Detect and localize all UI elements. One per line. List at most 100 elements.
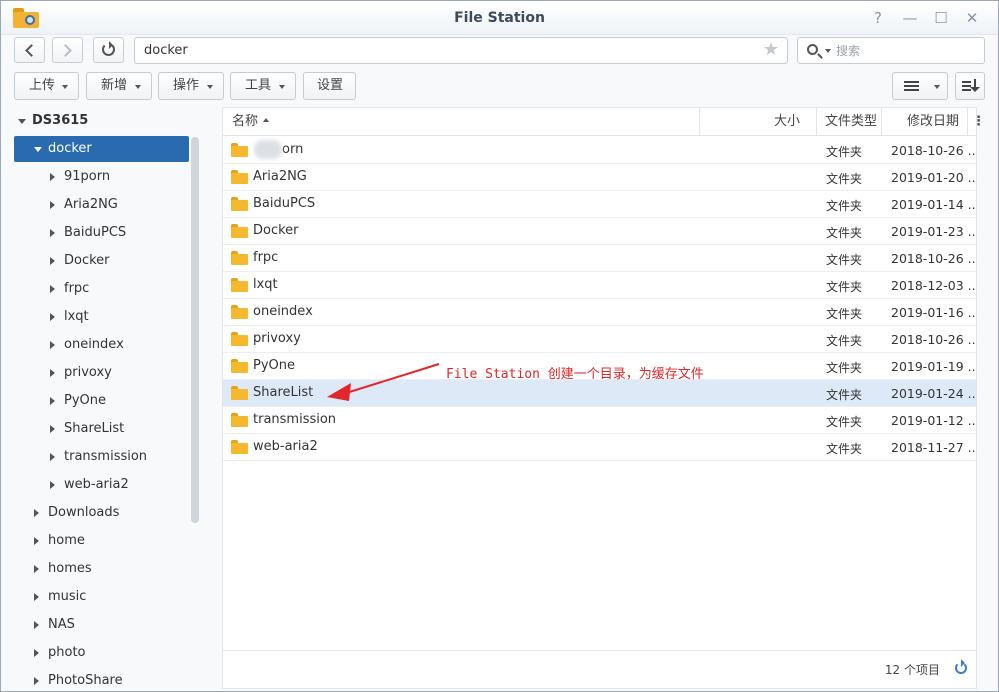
collapsed-arrow-icon[interactable] <box>34 621 43 629</box>
close-icon[interactable]: ✕ <box>961 7 983 29</box>
tree-item-label: Downloads <box>48 505 120 520</box>
tree-item[interactable]: photo <box>14 640 189 666</box>
tree-item[interactable]: lxqt <box>14 304 189 330</box>
collapsed-arrow-icon[interactable] <box>34 565 43 573</box>
settings-button[interactable]: 设置 <box>303 72 356 100</box>
tree-item[interactable]: homes <box>14 556 189 582</box>
file-type: 文件夹 <box>826 145 863 159</box>
collapsed-arrow-icon[interactable] <box>50 425 59 433</box>
search-input[interactable] <box>836 41 976 61</box>
collapsed-arrow-icon[interactable] <box>50 397 59 405</box>
collapsed-arrow-icon[interactable] <box>50 453 59 461</box>
file-row[interactable]: privoxy 文件夹 2018-10-26 ... <box>223 326 977 353</box>
tree-item[interactable]: oneindex <box>14 332 189 358</box>
new-button[interactable]: 新增 <box>86 72 152 100</box>
chevron-left-icon <box>25 44 38 57</box>
new-label: 新增 <box>101 78 128 93</box>
tree-item[interactable]: Docker <box>14 248 189 274</box>
help-icon[interactable]: ? <box>867 7 889 29</box>
file-type: 文件夹 <box>826 226 863 240</box>
file-row[interactable]: lxqt 文件夹 2018-12-03 ... <box>223 272 977 299</box>
collapsed-arrow-icon[interactable] <box>50 201 59 209</box>
refresh-button[interactable] <box>93 37 124 63</box>
collapsed-arrow-icon[interactable] <box>50 285 59 293</box>
minimize-icon[interactable]: — <box>899 7 921 29</box>
expanded-arrow-icon[interactable] <box>34 147 42 156</box>
item-count: 12 个项目 <box>884 663 940 677</box>
file-row[interactable]: frpc 文件夹 2018-10-26 ... <box>223 245 977 272</box>
file-row[interactable]: BaiduPCS 文件夹 2019-01-14 ... <box>223 191 977 218</box>
column-date[interactable]: 修改日期 <box>882 108 968 136</box>
back-button[interactable] <box>14 37 45 63</box>
tree-item[interactable]: frpc <box>14 276 189 302</box>
tree-item[interactable]: Aria2NG <box>14 192 189 218</box>
tree-item-label: Aria2NG <box>64 197 118 212</box>
search-options-caret-icon[interactable] <box>825 49 831 56</box>
collapsed-arrow-icon[interactable] <box>34 509 43 517</box>
expanded-arrow-icon[interactable] <box>18 119 26 128</box>
file-row[interactable]: orn 文件夹 2018-10-26 ... <box>223 137 977 164</box>
tree-root[interactable]: DS3615 <box>14 108 189 134</box>
tree-item[interactable]: BaiduPCS <box>14 220 189 246</box>
upload-button[interactable]: 上传 <box>14 72 79 100</box>
search-box[interactable] <box>797 37 985 64</box>
collapsed-arrow-icon[interactable] <box>50 229 59 237</box>
collapsed-arrow-icon[interactable] <box>34 537 43 545</box>
tools-button[interactable]: 工具 <box>230 72 296 100</box>
tree-item[interactable]: PyOne <box>14 388 189 414</box>
tree-item-label: BaiduPCS <box>64 225 127 240</box>
column-name[interactable]: 名称 <box>223 108 700 136</box>
folder-icon <box>231 386 248 400</box>
tree-item-docker[interactable]: docker <box>14 136 189 162</box>
file-date: 2019-01-14 ... <box>891 197 977 212</box>
tree-root-label: DS3615 <box>32 113 89 128</box>
path-bar[interactable]: docker ★ <box>134 37 788 64</box>
file-row[interactable]: web-aria2 文件夹 2018-11-27 ... <box>223 434 977 461</box>
tree-item[interactable]: home <box>14 528 189 554</box>
refresh-icon[interactable] <box>954 659 970 677</box>
collapsed-arrow-icon[interactable] <box>50 341 59 349</box>
collapsed-arrow-icon[interactable] <box>50 257 59 265</box>
star-icon[interactable]: ★ <box>763 39 779 60</box>
tree-item[interactable]: privoxy <box>14 360 189 386</box>
tree-scrollbar[interactable] <box>191 137 199 523</box>
forward-button[interactable] <box>52 37 83 63</box>
tree-item[interactable]: transmission <box>14 444 189 470</box>
file-name: BaiduPCS <box>253 196 316 211</box>
tree-item[interactable]: ShareList <box>14 416 189 442</box>
column-size[interactable]: 大小 <box>700 108 817 136</box>
file-row[interactable]: Aria2NG 文件夹 2019-01-20 ... <box>223 164 977 191</box>
sort-button[interactable] <box>955 72 985 100</box>
tree-item[interactable]: music <box>14 584 189 610</box>
maximize-icon[interactable]: ☐ <box>930 7 952 29</box>
search-icon[interactable] <box>807 44 818 55</box>
view-options-button[interactable] <box>928 72 948 100</box>
file-name: PyOne <box>253 358 296 373</box>
list-view-button[interactable] <box>892 72 929 100</box>
file-row[interactable]: oneindex 文件夹 2019-01-16 ... <box>223 299 977 326</box>
file-name: lxqt <box>253 277 278 292</box>
file-list-header: 名称 大小 文件类型 修改日期 ⋮ <box>223 108 985 136</box>
collapsed-arrow-icon[interactable] <box>50 481 59 489</box>
tree-item[interactable]: NAS <box>14 612 189 638</box>
file-row[interactable]: transmission 文件夹 2019-01-12 ... <box>223 407 977 434</box>
collapsed-arrow-icon[interactable] <box>50 369 59 377</box>
tree-item-label: frpc <box>64 281 90 296</box>
tree-item[interactable]: 91porn <box>14 164 189 190</box>
collapsed-arrow-icon[interactable] <box>50 313 59 321</box>
file-row[interactable]: Docker 文件夹 2019-01-23 ... <box>223 218 977 245</box>
collapsed-arrow-icon[interactable] <box>34 649 43 657</box>
tree-item[interactable]: Downloads <box>14 500 189 526</box>
column-menu-icon[interactable]: ⋮ <box>972 108 985 136</box>
collapsed-arrow-icon[interactable] <box>50 173 59 181</box>
folder-icon <box>231 359 248 373</box>
tree-item-label: 91porn <box>64 169 111 184</box>
collapsed-arrow-icon[interactable] <box>34 593 43 601</box>
collapsed-arrow-icon[interactable] <box>34 677 43 685</box>
tools-label: 工具 <box>245 78 272 93</box>
action-button[interactable]: 操作 <box>158 72 224 100</box>
window-title: File Station <box>454 10 545 26</box>
tree-item[interactable]: PhotoShare <box>14 668 189 691</box>
tree-item[interactable]: web-aria2 <box>14 472 189 498</box>
column-type[interactable]: 文件类型 <box>817 108 882 136</box>
